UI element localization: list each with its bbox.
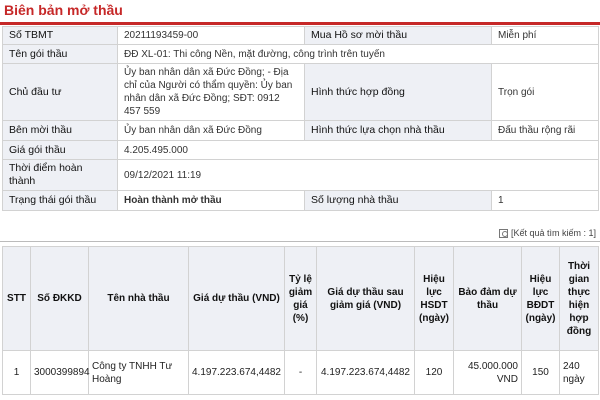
col-header-bao-dam: Bảo đảm dự thầu — [453, 246, 522, 351]
hinh-thuc-hd-label: Hình thức hợp đồng — [304, 63, 492, 121]
col-header-gia-du-thau: Giá dự thầu (VND) — [188, 246, 285, 351]
cell-bao-dam: 45.000.000 VND — [453, 350, 522, 395]
hinh-thuc-hd-value: Trọn gói — [491, 63, 599, 121]
hinh-thuc-lc-value: Đấu thầu rộng rãi — [491, 120, 599, 141]
col-header-stt: STT — [2, 246, 31, 351]
cell-gia-sau-giam: 4.197.223.674,4482 — [316, 350, 415, 395]
trang-thai-label: Trạng thái gói thầu — [2, 190, 118, 211]
col-header-gia-sau-giam: Giá dự thầu sau giảm giá (VND) — [316, 246, 415, 351]
chu-dau-tu-label: Chủ đầu tư — [2, 63, 118, 121]
cell-gia-du-thau: 4.197.223.674,4482 — [188, 350, 285, 395]
gia-goi-label: Giá gói thầu — [2, 140, 118, 160]
so-luong-label: Số lượng nhà thầu — [304, 190, 492, 211]
col-header-so-dkkd: Số ĐKKD — [30, 246, 89, 351]
col-header-hieu-luc-bddt: Hiệu lực BĐDT (ngày) — [521, 246, 560, 351]
info-row: Trạng thái gói thầu Hoàn thành mở thầu S… — [2, 190, 599, 211]
title-underline — [0, 22, 600, 25]
result-count: [Kết quả tìm kiếm : 1] — [498, 228, 596, 238]
col-header-hieu-luc-hsdt: Hiệu lực HSDT (ngày) — [414, 246, 454, 351]
divider — [0, 241, 600, 242]
ten-goi-value: ĐĐ XL-01: Thi công Nền, mặt đường, công … — [117, 44, 599, 64]
info-row: Giá gói thầu 4.205.495.000 — [2, 140, 599, 160]
so-tbmt-value: 20211193459-00 — [117, 26, 305, 45]
cell-hieu-luc-hsdt: 120 — [414, 350, 454, 395]
cell-so-dkkd: 3000399894 — [30, 350, 90, 395]
ben-moi-thau-value: Ủy ban nhân dân xã Đức Đồng — [117, 120, 305, 141]
ten-goi-label: Tên gói thầu — [2, 44, 118, 64]
col-header-ty-le-giam: Tỷ lệ giảm giá (%) — [284, 246, 317, 351]
info-row: Số TBMT 20211193459-00 Mua Hồ sơ mời thầ… — [2, 26, 599, 45]
info-row: Tên gói thầu ĐĐ XL-01: Thi công Nền, mặt… — [2, 44, 599, 64]
info-row: Thời điểm hoàn thành 09/12/2021 11:19 — [2, 159, 599, 191]
col-header-ten-nha-thau: Tên nhà thầu — [88, 246, 189, 351]
hinh-thuc-lc-label: Hình thức lựa chọn nhà thầu — [304, 120, 492, 141]
gia-goi-value: 4.205.495.000 — [117, 140, 599, 160]
table-row: 1 3000399894 Công ty TNHH Tư Hoàng 4.197… — [2, 350, 599, 395]
so-luong-value: 1 — [491, 190, 599, 211]
thoi-diem-value: 09/12/2021 11:19 — [117, 159, 599, 191]
bidders-table: STT Số ĐKKD Tên nhà thầu Giá dự thầu (VN… — [2, 246, 599, 395]
chu-dau-tu-value: Ủy ban nhân dân xã Đức Đồng; - Địa chỉ c… — [117, 63, 305, 121]
search-result-icon — [498, 228, 508, 238]
cell-thoi-gian: 240 ngày — [559, 350, 599, 395]
cell-ten-nha-thau: Công ty TNHH Tư Hoàng — [88, 350, 189, 395]
cell-hieu-luc-bddt: 150 — [521, 350, 560, 395]
so-tbmt-label: Số TBMT — [2, 26, 118, 45]
mua-hs-label: Mua Hồ sơ mời thầu — [304, 26, 492, 45]
trang-thai-value: Hoàn thành mở thầu — [117, 190, 305, 211]
ben-moi-thau-label: Bên mời thầu — [2, 120, 118, 141]
info-row: Chủ đầu tư Ủy ban nhân dân xã Đức Đồng; … — [2, 63, 599, 121]
mua-hs-value: Miễn phí — [491, 26, 599, 45]
page-title: Biên bản mở thầu — [4, 2, 123, 18]
col-header-thoi-gian: Thời gian thực hiện hợp đồng — [559, 246, 599, 351]
info-row: Bên mời thầu Ủy ban nhân dân xã Đức Đồng… — [2, 120, 599, 141]
cell-stt: 1 — [2, 350, 31, 395]
result-count-text: [Kết quả tìm kiếm : 1] — [510, 228, 596, 238]
thoi-diem-label: Thời điểm hoàn thành — [2, 159, 118, 191]
table-header-row: STT Số ĐKKD Tên nhà thầu Giá dự thầu (VN… — [2, 246, 599, 351]
cell-ty-le-giam: - — [284, 350, 317, 395]
tender-info-table: Số TBMT 20211193459-00 Mua Hồ sơ mời thầ… — [2, 26, 599, 211]
